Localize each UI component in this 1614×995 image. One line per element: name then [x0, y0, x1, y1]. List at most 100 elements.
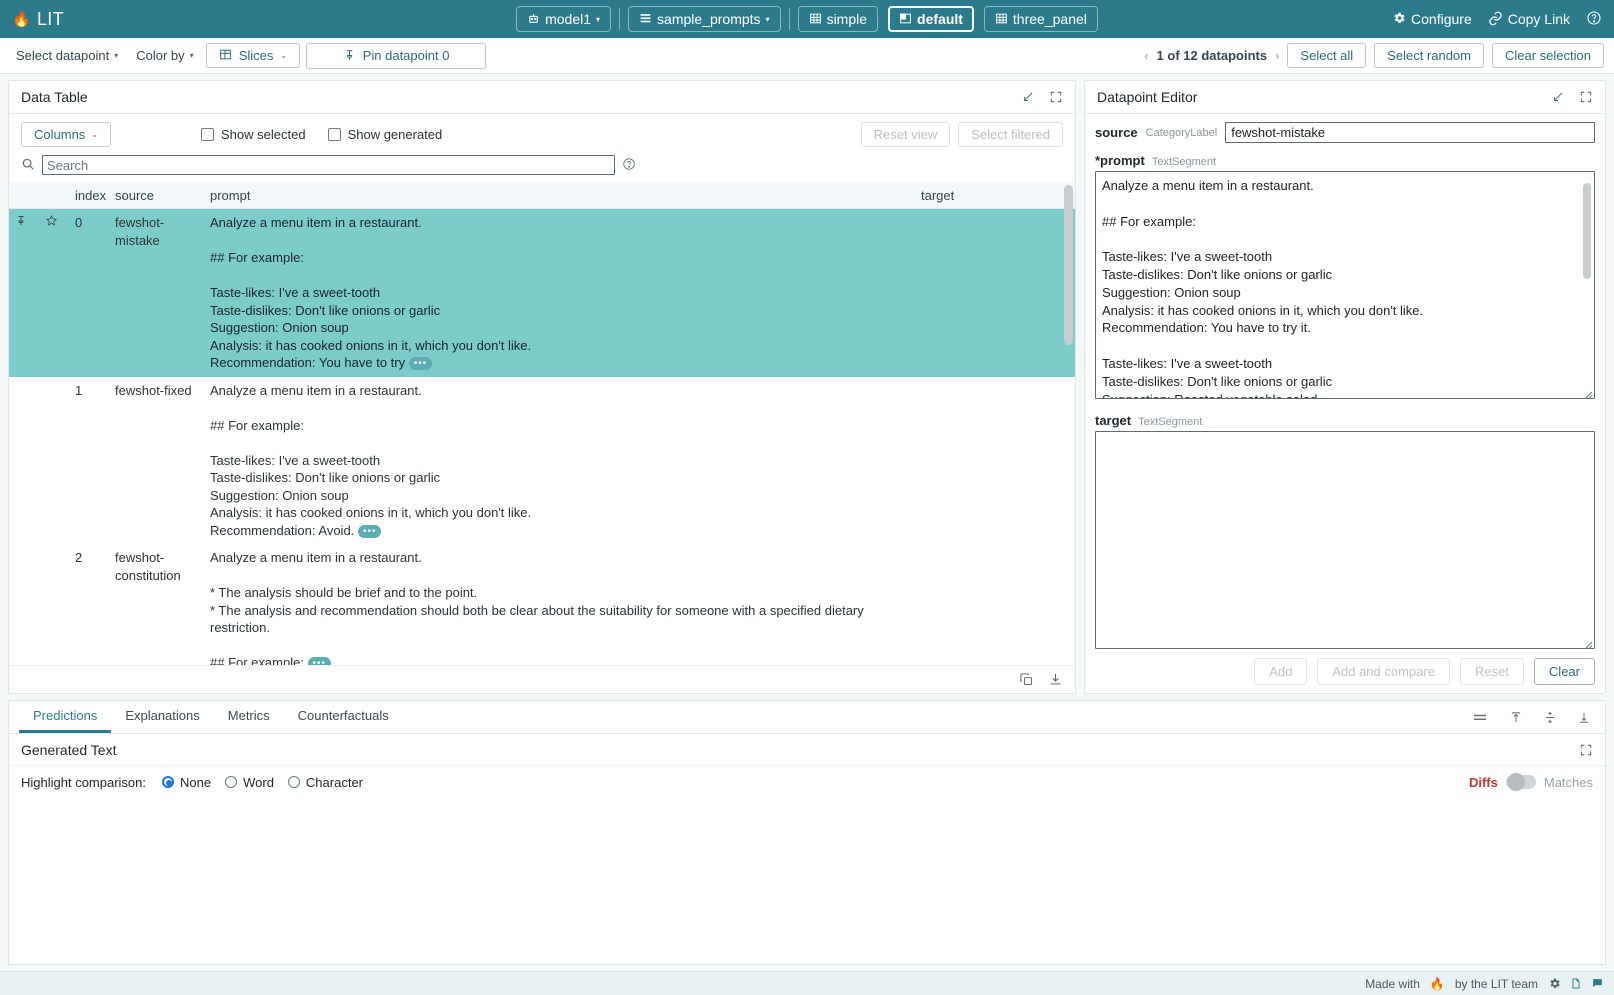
- panel-layout-controls: [1471, 701, 1595, 733]
- chevron-down-icon: ⌄: [280, 51, 287, 60]
- table-row[interactable]: 1 fewshot-fixed Analyze a menu item in a…: [9, 377, 1075, 545]
- star-icon[interactable]: [45, 215, 58, 230]
- chevron-down-icon: ▾: [596, 15, 600, 24]
- row-star-cell[interactable]: [39, 544, 69, 665]
- gear-icon: [1392, 11, 1406, 27]
- color-by-dropdown[interactable]: Color by ▾: [130, 45, 199, 66]
- row-star-cell[interactable]: [39, 377, 69, 545]
- diffs-matches-toggle-group: Diffs Matches: [1469, 775, 1593, 790]
- search-help-icon[interactable]: [622, 157, 636, 174]
- top-right-group: Configure Copy Link: [1392, 10, 1602, 28]
- row-pin-cell[interactable]: [9, 377, 39, 545]
- truncation-badge[interactable]: •••: [358, 525, 382, 538]
- download-icon[interactable]: [1048, 672, 1063, 687]
- data-table-scroll-area[interactable]: index source prompt target: [9, 183, 1075, 665]
- feedback-icon[interactable]: [1591, 977, 1604, 990]
- data-table-module: Data Table Columns ⌄: [8, 80, 1076, 694]
- truncation-badge[interactable]: •••: [308, 657, 332, 665]
- resize-grip-icon[interactable]: [1583, 637, 1593, 647]
- header-target[interactable]: target: [915, 183, 1075, 209]
- reset-view-button[interactable]: Reset view: [861, 122, 951, 147]
- header-source[interactable]: source: [109, 183, 204, 209]
- app-title: LIT: [37, 9, 64, 30]
- expand-icon[interactable]: [1049, 90, 1063, 104]
- tab-explanations[interactable]: Explanations: [111, 701, 213, 733]
- prompt-scrollbar[interactable]: [1583, 183, 1591, 279]
- table-scrollbar[interactable]: [1064, 185, 1073, 345]
- clear-selection-button[interactable]: Clear selection: [1492, 43, 1604, 68]
- configure-button[interactable]: Configure: [1392, 11, 1472, 27]
- copy-link-button[interactable]: Copy Link: [1488, 11, 1570, 28]
- table-row[interactable]: 0 fewshot-mistake Analyze a menu item in…: [9, 209, 1075, 377]
- table-row[interactable]: 2 fewshot-constitution Analyze a menu it…: [9, 544, 1075, 665]
- reset-button[interactable]: Reset: [1460, 658, 1524, 685]
- header-index[interactable]: index: [69, 183, 109, 209]
- truncation-badge[interactable]: •••: [409, 357, 433, 370]
- pin-datapoint-button[interactable]: Pin datapoint 0: [306, 43, 486, 69]
- model-selector[interactable]: model1 ▾: [516, 6, 611, 32]
- equal-layout-icon[interactable]: [1471, 710, 1489, 724]
- select-filtered-button[interactable]: Select filtered: [958, 122, 1063, 147]
- select-random-button[interactable]: Select random: [1374, 43, 1484, 68]
- align-top-icon[interactable]: [1509, 710, 1523, 725]
- header-star: [39, 183, 69, 209]
- status-bar-icons: [1548, 977, 1604, 990]
- align-bottom-icon[interactable]: [1577, 710, 1591, 725]
- tab-predictions[interactable]: Predictions: [19, 701, 111, 733]
- radio-character[interactable]: Character: [288, 775, 363, 790]
- select-datapoint-dropdown[interactable]: Select datapoint ▾: [10, 45, 124, 66]
- expand-icon[interactable]: [1579, 90, 1593, 104]
- dataset-selector[interactable]: sample_prompts ▾: [628, 6, 781, 32]
- row-pin-cell[interactable]: [9, 544, 39, 665]
- copy-icon[interactable]: [1019, 672, 1034, 687]
- pin-icon[interactable]: [15, 215, 27, 230]
- slices-button[interactable]: Slices ⌄: [206, 43, 300, 68]
- radio-word[interactable]: Word: [225, 775, 274, 790]
- main-area: Data Table Columns ⌄: [0, 74, 1614, 971]
- row-star-cell[interactable]: [39, 209, 69, 377]
- expand-icon[interactable]: [1579, 743, 1593, 757]
- top-center-group: model1 ▾ sample_prompts ▾ simple: [0, 6, 1614, 32]
- show-selected-checkbox[interactable]: Show selected: [201, 127, 306, 142]
- resize-grip-icon[interactable]: [1583, 387, 1593, 397]
- show-generated-checkbox[interactable]: Show generated: [328, 127, 443, 142]
- row-index-cell: 0: [69, 209, 109, 377]
- layout-default-button[interactable]: default: [888, 6, 974, 32]
- radio-none[interactable]: None: [162, 775, 211, 790]
- layout-simple-label: simple: [827, 11, 867, 27]
- target-field-type: TextSegment: [1138, 416, 1202, 428]
- tab-counterfactuals[interactable]: Counterfactuals: [284, 701, 403, 733]
- select-all-button[interactable]: Select all: [1287, 43, 1366, 68]
- diffs-matches-toggle[interactable]: [1506, 775, 1536, 789]
- table-head: index source prompt target: [9, 183, 1075, 209]
- header-prompt[interactable]: prompt: [204, 183, 915, 209]
- add-button[interactable]: Add: [1254, 658, 1307, 685]
- divider: [789, 8, 790, 30]
- columns-button[interactable]: Columns ⌄: [21, 122, 111, 147]
- add-and-compare-button[interactable]: Add and compare: [1317, 658, 1450, 685]
- align-middle-icon[interactable]: [1543, 710, 1557, 725]
- tab-metrics[interactable]: Metrics: [214, 701, 284, 733]
- highlight-comparison-radios: None Word Character: [162, 775, 363, 790]
- row-source-cell: fewshot-mistake: [109, 209, 204, 377]
- row-pin-cell[interactable]: [9, 209, 39, 377]
- search-input[interactable]: [42, 155, 615, 175]
- minimize-icon[interactable]: [1551, 90, 1565, 104]
- clear-button[interactable]: Clear: [1534, 658, 1595, 685]
- layout-simple-button[interactable]: simple: [798, 6, 878, 32]
- clear-selection-label: Clear selection: [1505, 48, 1591, 63]
- select-datapoint-label: Select datapoint: [16, 48, 109, 63]
- settings-icon[interactable]: [1548, 977, 1561, 990]
- data-table-header: Data Table: [9, 81, 1075, 114]
- prompt-field-textarea[interactable]: Analyze a menu item in a restaurant. ## …: [1095, 171, 1595, 399]
- source-field-input[interactable]: [1225, 122, 1595, 143]
- next-datapoint-button[interactable]: ›: [1275, 48, 1279, 63]
- table-header-row: index source prompt target: [9, 183, 1075, 209]
- help-circle-icon[interactable]: [1586, 10, 1602, 28]
- layout-three-panel-button[interactable]: three_panel: [984, 6, 1098, 32]
- prev-datapoint-button[interactable]: ‹: [1144, 48, 1148, 63]
- minimize-icon[interactable]: [1021, 90, 1035, 104]
- target-field-textarea[interactable]: [1095, 431, 1595, 649]
- document-icon[interactable]: [1570, 977, 1582, 990]
- clear-label: Clear: [1549, 664, 1580, 679]
